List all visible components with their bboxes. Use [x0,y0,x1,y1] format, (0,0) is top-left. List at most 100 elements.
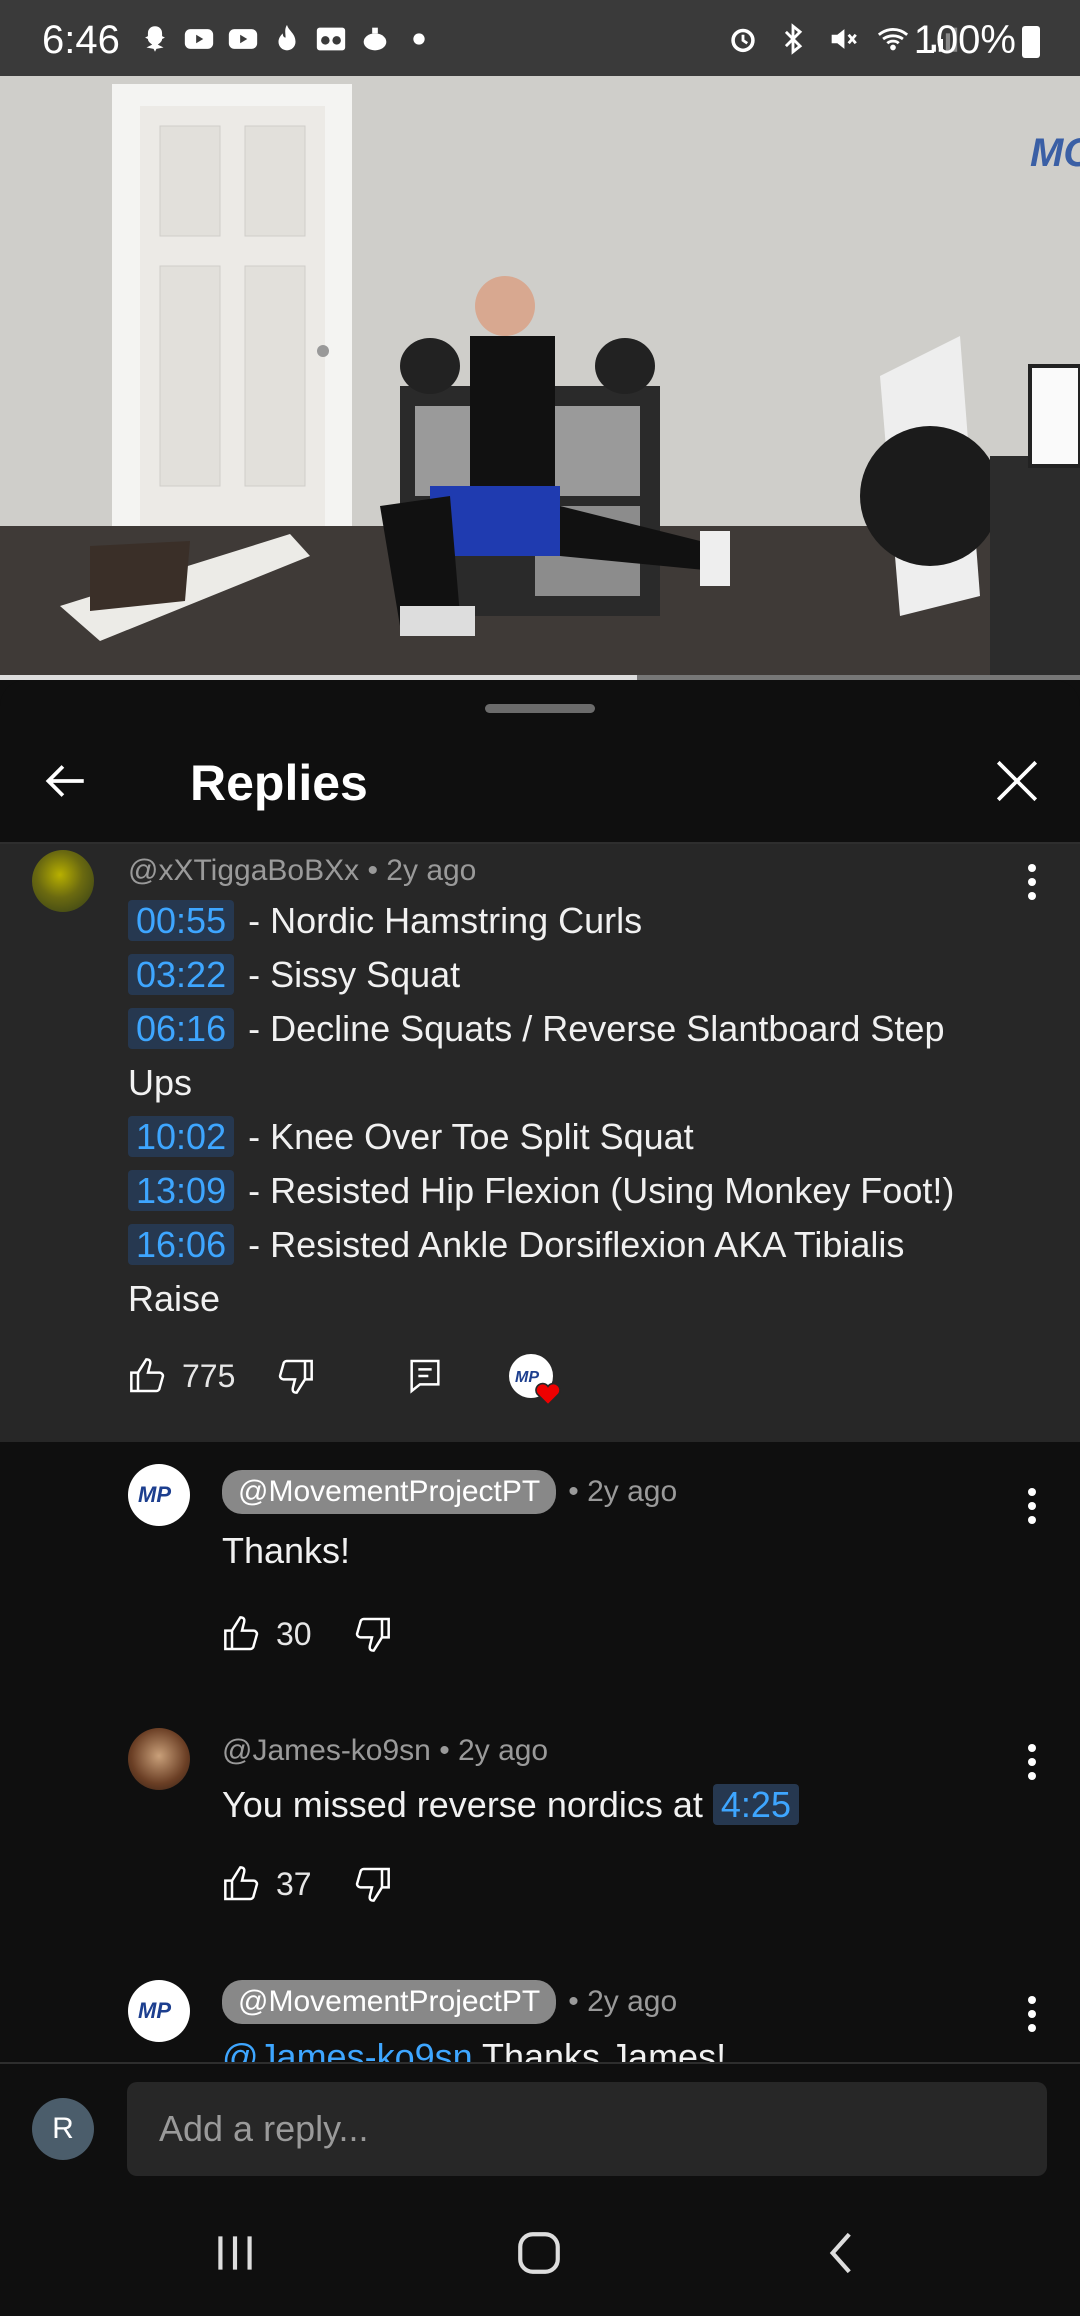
timestamp-line: 16:06 - Resisted Ankle Dorsiflexion AKA … [128,1218,998,1326]
comment-meta: @xXTiggaBoBXx • 2y ago [128,854,477,887]
timestamp-label: - Resisted Ankle Dorsiflexion AKA Tibial… [128,1224,905,1319]
timestamp-link[interactable]: 00:55 [128,900,235,941]
user-avatar[interactable]: R [32,2098,94,2160]
timestamp-label: - Decline Squats / Reverse Slantboard St… [128,1008,945,1103]
svg-text:MP: MP [138,1482,171,1507]
notification-icons [138,22,436,56]
reply-item: MP @MovementProjectPT • 2y ago Thanks! 3… [0,1464,1080,1704]
timestamp-line: 10:02 - Knee Over Toe Split Squat [128,1110,998,1164]
home-icon[interactable] [514,2228,564,2278]
alarm-icon [731,28,755,53]
dot-icon [413,33,425,45]
thumbs-up-icon[interactable] [222,1614,262,1654]
reply-icon[interactable] [405,1356,445,1396]
status-time: 6:46 [42,18,120,62]
like-count: 775 [182,1357,236,1394]
youtube-icon [184,29,214,49]
timestamp-link[interactable]: 4:25 [712,1784,799,1825]
reply-age: 2y ago [587,1985,678,2018]
more-options-icon[interactable] [1026,862,1038,902]
system-nav-bar [0,2192,1080,2316]
avatar[interactable] [128,1728,190,1790]
timestamp-link[interactable]: 03:22 [128,954,235,995]
reply-age: 2y ago [458,1734,549,1767]
reply-item: @James-ko9sn • 2y ago You missed reverse… [0,1728,1080,1968]
more-options-icon[interactable] [1026,1742,1038,1782]
timestamp-label: - Resisted Hip Flexion (Using Monkey Foo… [238,1170,955,1211]
reply-age: 2y ago [587,1475,678,1508]
reply-actions: 30 [222,1614,392,1654]
reply-text-content: You missed reverse nordics at [222,1784,713,1825]
timestamp-label: - Sissy Squat [238,954,461,995]
avatar[interactable]: MP [128,1980,190,2042]
mute-icon [831,29,857,49]
drag-handle[interactable] [485,704,595,713]
sheet-header: Replies [0,720,1080,844]
reply-text: @James-ko9sn Thanks James! [222,2036,726,2062]
creator-heart-badge: MP [509,1354,562,1406]
timestamp-label: - Knee Over Toe Split Squat [238,1116,694,1157]
like-count: 30 [276,1615,312,1652]
fire-icon [278,24,296,51]
heart-icon [535,1382,562,1406]
comment-actions: 775 MP [128,1354,562,1406]
reply-composer: R Add a reply... [0,2062,1080,2194]
comment-age: 2y ago [386,854,477,887]
timestamp-link[interactable]: 13:09 [128,1170,235,1211]
thumbs-up-icon[interactable] [128,1356,168,1396]
reply-text: You missed reverse nordics at 4:25 [222,1784,803,1826]
timestamp-line: 00:55 - Nordic Hamstring Curls [128,894,998,948]
avatar[interactable] [32,850,94,912]
reply-actions: 37 [222,1864,392,1904]
timestamp-line: 13:09 - Resisted Hip Flexion (Using Monk… [128,1164,998,1218]
more-options-icon[interactable] [1026,1486,1038,1526]
channel-logo-icon: MP [138,1998,171,2023]
thumbs-up-icon[interactable] [222,1864,262,1904]
status-bar: 6:46 100% [0,0,1080,76]
battery-icon [1022,26,1040,58]
close-icon[interactable] [992,756,1042,806]
reply-author[interactable]: @MovementProjectPT [222,1980,557,2024]
reply-author[interactable]: @James-ko9sn [222,1734,431,1768]
teapot-icon [363,27,387,51]
wifi-icon [877,28,909,51]
thumbs-down-icon[interactable] [352,1864,392,1904]
youtube-icon [228,29,258,49]
avatar[interactable]: MP [128,1464,190,1526]
channel-watermark: MO [1030,131,1080,175]
voicemail-icon [316,27,346,51]
reply-meta: @MovementProjectPT • 2y ago [222,1980,677,2024]
recent-apps-icon[interactable] [210,2228,260,2278]
timestamp-link[interactable]: 10:02 [128,1116,235,1157]
thumbs-down-icon[interactable] [275,1356,315,1396]
back-icon[interactable] [818,2228,868,2278]
video-player[interactable]: MO [0,76,1080,680]
channel-logo-icon: MP [138,1482,171,1507]
bluetooth-icon [784,23,803,55]
reply-item: MP @MovementProjectPT • 2y ago @James-ko… [0,1980,1080,2062]
timestamp-link[interactable]: 06:16 [128,1008,235,1049]
reply-author[interactable]: @MovementProjectPT [222,1470,557,1514]
parent-comment: @xXTiggaBoBXx • 2y ago 00:55 - Nordic Ha… [0,844,1080,1442]
timestamp-line: 06:16 - Decline Squats / Reverse Slantbo… [128,1002,998,1110]
timestamp-line: 03:22 - Sissy Squat [128,948,998,1002]
more-options-icon[interactable] [1026,1994,1038,2034]
reply-meta: @James-ko9sn • 2y ago [222,1734,549,1768]
back-arrow-icon[interactable] [40,756,90,806]
timestamp-label: - Nordic Hamstring Curls [238,900,643,941]
svg-text:MP: MP [138,1998,171,2023]
reply-meta: @MovementProjectPT • 2y ago [222,1470,677,1514]
video-frame: MO [0,76,1080,680]
like-count: 37 [276,1865,312,1902]
comment-body: 00:55 - Nordic Hamstring Curls 03:22 - S… [128,894,998,1326]
snapchat-icon [145,26,165,52]
reply-text-content: Thanks James! [472,2036,727,2062]
comment-author[interactable]: @xXTiggaBoBXx [128,854,359,887]
sheet-title: Replies [190,755,368,811]
reply-text: Thanks! [222,1530,351,1571]
thumbs-down-icon[interactable] [352,1614,392,1654]
reply-input[interactable]: Add a reply... [127,2082,1047,2176]
battery-percent: 100% [913,18,1016,62]
mention-link[interactable]: @James-ko9sn [222,2036,473,2062]
timestamp-link[interactable]: 16:06 [128,1224,235,1265]
